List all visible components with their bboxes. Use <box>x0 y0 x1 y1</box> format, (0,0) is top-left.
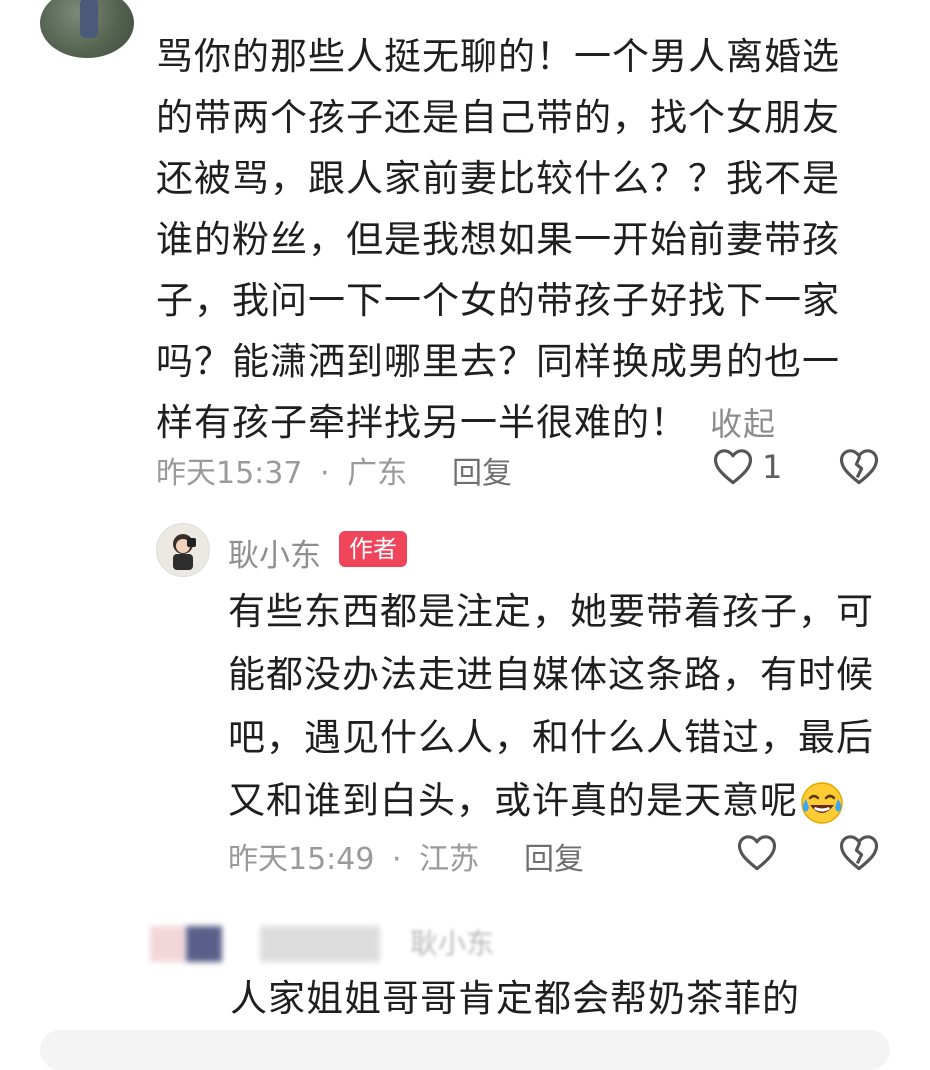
reply-body: 有些东西都是注定，她要带着孩子，可 能都没办法走进自媒体这条路，有时候 吧，遇见… <box>228 580 893 832</box>
reply-line: 又和谁到白头，或许真的是天意呢 <box>228 779 798 822</box>
blurred-name <box>260 926 380 962</box>
reply-author-avatar[interactable] <box>156 523 210 577</box>
comment-line: 样有孩子牵拌找另一半很难的！ <box>156 401 688 444</box>
reply-reply-button[interactable]: 回复 <box>524 834 584 878</box>
collapse-button[interactable]: 收起 <box>710 405 776 443</box>
comment-time: 昨天15:37 <box>156 456 303 491</box>
comment-line: 吗？能潇洒到哪里去？同样换成男的也一 <box>156 340 840 383</box>
reply-dislike-button[interactable] <box>838 832 880 876</box>
broken-heart-icon <box>839 449 879 485</box>
avatar-illustration-icon <box>173 534 196 570</box>
blurred-avatar <box>150 926 186 962</box>
comment-location: 广东 <box>347 456 408 491</box>
comment-meta: 昨天15:37 · 广东 <box>156 448 407 492</box>
avatar-figure <box>80 0 98 38</box>
like-count: 1 <box>762 448 783 486</box>
author-badge: 作者 <box>339 531 407 567</box>
reply-author-name[interactable]: 耿小东 <box>228 530 321 575</box>
blurred-avatar-part <box>186 926 222 962</box>
comment-line-last: 样有孩子牵拌找另一半很难的！ 收起 <box>156 392 866 455</box>
heart-outline-icon <box>737 835 777 871</box>
reply-line: 吧，遇见什么人，和什么人错过，最后 <box>228 716 874 759</box>
comment-line: 的带两个孩子还是自己带的，找个女朋友 <box>156 96 840 139</box>
reply-button[interactable]: 回复 <box>452 448 512 492</box>
reply-meta: 昨天15:49 · 江苏 <box>228 834 479 878</box>
comment-line: 谁的粉丝，但是我想如果一开始前妻带孩 <box>156 218 840 261</box>
reply-line-last: 又和谁到白头，或许真的是天意呢 <box>228 769 893 832</box>
commenter-avatar[interactable] <box>40 0 134 58</box>
reply-time: 昨天15:49 <box>228 842 375 877</box>
blurred-comment-header: 耿小东 <box>150 920 570 962</box>
laughing-crying-emoji <box>801 781 843 824</box>
comment-body: 骂你的那些人挺无聊的！一个男人离婚选 的带两个孩子还是自己带的，找个女朋友 还被… <box>156 26 866 455</box>
reply-location: 江苏 <box>419 842 480 877</box>
comment-line: 还被骂，跟人家前妻比较什么？？我不是 <box>156 157 840 200</box>
meta-separator: · <box>320 456 330 491</box>
third-comment-text: 人家姐姐哥哥肯定都会帮奶茶菲的 <box>230 977 800 1020</box>
blurred-author: 耿小东 <box>410 927 495 960</box>
like-button[interactable] <box>712 446 754 490</box>
comment-input-bar[interactable] <box>40 1030 890 1070</box>
heart-outline-icon <box>713 449 753 485</box>
comment-line: 骂你的那些人挺无聊的！一个男人离婚选 <box>156 35 840 78</box>
comment-line: 子，我问一下一个女的带孩子好找下一家 <box>156 279 840 322</box>
broken-heart-icon <box>839 835 879 871</box>
reply-line: 有些东西都是注定，她要带着孩子，可 <box>228 590 874 633</box>
meta-separator: · <box>392 842 402 877</box>
dislike-button[interactable] <box>838 446 880 490</box>
reply-line: 能都没办法走进自媒体这条路，有时候 <box>228 653 874 696</box>
reply-like-button[interactable] <box>736 832 778 876</box>
